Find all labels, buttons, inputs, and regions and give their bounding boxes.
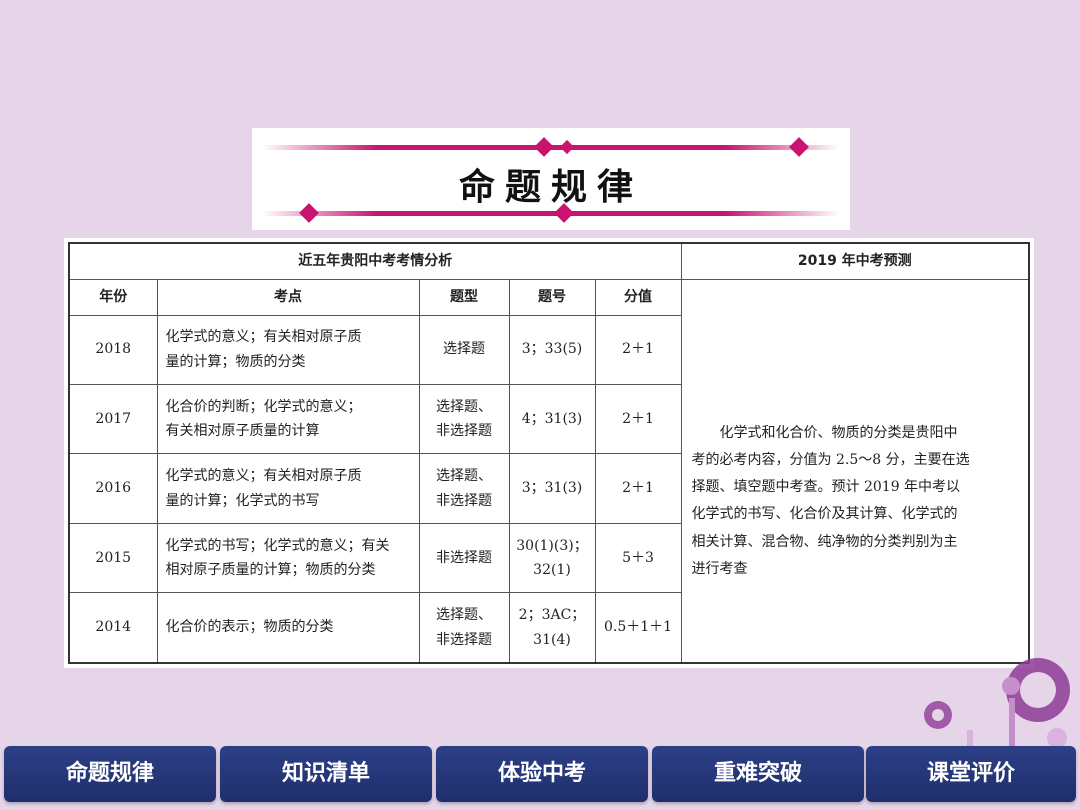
score-cell: 2＋1 [594, 453, 682, 524]
number-line: 32(1) [533, 562, 571, 579]
type-line: 选择题、 [436, 398, 492, 415]
type-line: 选择题、 [436, 607, 492, 624]
score-cell: 0.5＋1＋1 [594, 592, 682, 664]
number-cell: 30(1)(3)； 32(1) [508, 522, 596, 594]
deco-circle [1020, 672, 1056, 708]
column-header-score: 分值 [594, 278, 682, 316]
deco-circle [932, 709, 944, 721]
type-line: 选择题 [443, 341, 485, 358]
number-cell: 3；33(5) [508, 314, 596, 385]
tab-zhishi-qingdan[interactable]: 知识清单 [220, 746, 432, 802]
topic-line: 量的计算；化学式的书写 [165, 492, 320, 509]
year-cell: 2016 [68, 453, 158, 524]
tab-mingti-guilv[interactable]: 命题规律 [4, 746, 216, 802]
number-cell: 2；3AC； 31(4) [508, 592, 596, 664]
deco-circle [1002, 677, 1020, 695]
title-banner: 命题规律 [252, 128, 850, 230]
topic-cell: 化学式的意义；有关相对原子质 量的计算；化学式的书写 [156, 453, 420, 524]
number-cell: 4；31(3) [508, 383, 596, 455]
analysis-table-container: 近五年贵阳中考考情分析 2019 年中考预测 年份 考点 题型 题号 分值 化学… [64, 238, 1034, 668]
topic-cell: 化合价的判断；化学式的意义； 有关相对原子质量的计算 [156, 383, 420, 455]
forecast-line: 相关计算、混合物、纯净物的分类判别为主 [691, 533, 958, 550]
year-cell: 2014 [68, 592, 158, 664]
banner-diamond [559, 139, 575, 155]
type-cell: 选择题、 非选择题 [418, 383, 510, 455]
banner-diamond [789, 137, 809, 157]
table-header-forecast: 2019 年中考预测 [680, 242, 1030, 280]
score-cell: 2＋1 [594, 314, 682, 385]
number-line: 4；31(3) [521, 410, 583, 427]
year-cell: 2018 [68, 314, 158, 385]
forecast-cell: 化学式和化合价、物质的分类是贵阳中 考的必考内容，分值为 2.5～8 分，主要在… [680, 278, 1030, 664]
analysis-table: 近五年贵阳中考考情分析 2019 年中考预测 年份 考点 题型 题号 分值 化学… [68, 242, 1030, 664]
type-cell: 非选择题 [418, 522, 510, 594]
score-cell: 5＋3 [594, 522, 682, 594]
topic-line: 量的计算；物质的分类 [165, 353, 306, 370]
type-line: 非选择题 [436, 492, 492, 509]
number-cell: 3；31(3) [508, 453, 596, 524]
forecast-line: 进行考查 [691, 560, 748, 577]
topic-line: 化合价的表示；物质的分类 [165, 619, 334, 636]
bottom-navigation: 命题规律 知识清单 体验中考 重难突破 课堂评价 [0, 746, 1080, 810]
topic-line: 有关相对原子质量的计算 [165, 423, 320, 440]
page-title: 命题规律 [458, 166, 643, 208]
tab-tiyan-zhongkao[interactable]: 体验中考 [436, 746, 648, 802]
deco-bar [1009, 698, 1015, 750]
number-line: 30(1)(3)； [516, 537, 588, 554]
column-header-topic: 考点 [156, 278, 420, 316]
topic-line: 化学式的意义；有关相对原子质 [165, 468, 362, 485]
forecast-line: 择题、填空题中考查。预计 2019 年中考以 [691, 479, 961, 496]
type-line: 非选择题 [436, 423, 492, 440]
type-cell: 选择题、 非选择题 [418, 453, 510, 524]
number-line: 3；33(5) [521, 341, 583, 358]
tab-zhongnan-tupo[interactable]: 重难突破 [652, 746, 864, 802]
topic-line: 化合价的判断；化学式的意义； [165, 398, 362, 415]
type-cell: 选择题、 非选择题 [418, 592, 510, 664]
topic-cell: 化学式的书写；化学式的意义；有关 相对原子质量的计算；物质的分类 [156, 522, 420, 594]
topic-line: 相对原子质量的计算；物质的分类 [165, 562, 376, 579]
number-line: 3；31(3) [521, 480, 583, 497]
year-cell: 2017 [68, 383, 158, 455]
topic-line: 化学式的书写；化学式的意义；有关 [165, 537, 390, 554]
type-line: 选择题、 [436, 468, 492, 485]
type-cell: 选择题 [418, 314, 510, 385]
banner-diamond [534, 137, 554, 157]
year-cell: 2015 [68, 522, 158, 594]
deco-circle [1047, 728, 1067, 748]
banner-bottom-line [262, 211, 840, 216]
number-line: 31(4) [533, 631, 571, 648]
forecast-line: 化学式和化合价、物质的分类是贵阳中 [719, 424, 958, 441]
number-line: 2；3AC； [518, 607, 586, 624]
type-line: 非选择题 [436, 549, 492, 566]
tab-ketang-pingjia[interactable]: 课堂评价 [866, 746, 1076, 802]
topic-line: 化学式的意义；有关相对原子质 [165, 329, 362, 346]
type-line: 非选择题 [436, 631, 492, 648]
column-header-type: 题型 [418, 278, 510, 316]
forecast-line: 化学式的书写、化合价及其计算、化学式的 [691, 506, 958, 523]
forecast-line: 考的必考内容，分值为 2.5～8 分，主要在选 [691, 451, 970, 468]
column-header-year: 年份 [68, 278, 158, 316]
topic-cell: 化学式的意义；有关相对原子质 量的计算；物质的分类 [156, 314, 420, 385]
table-header-analysis: 近五年贵阳中考考情分析 [68, 242, 682, 280]
decorative-circuit-graphic [924, 658, 1070, 750]
column-header-number: 题号 [508, 278, 596, 316]
topic-cell: 化合价的表示；物质的分类 [156, 592, 420, 664]
score-cell: 2＋1 [594, 383, 682, 455]
